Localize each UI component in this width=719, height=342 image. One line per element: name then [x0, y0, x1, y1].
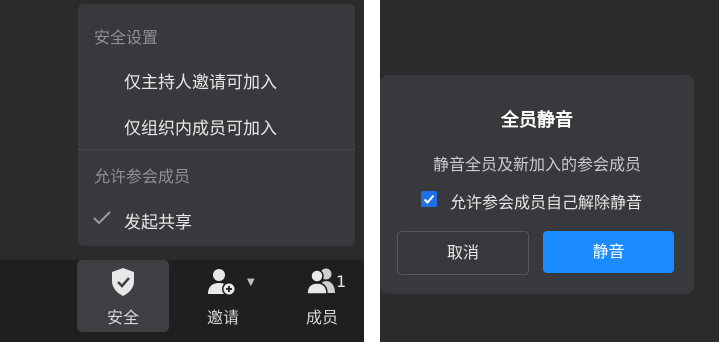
- shield-check-icon: [112, 268, 134, 296]
- menu-divider: [78, 149, 355, 150]
- allow-self-unmute-checkbox[interactable]: [421, 191, 437, 207]
- invite-label: 邀请: [206, 308, 239, 327]
- member-count: 1: [336, 272, 347, 291]
- security-menu: 安全设置 仅主持人邀请可加入 仅组织内成员可加入 允许参会成员 发起共享: [78, 4, 355, 246]
- section-title-allow-participants: 允许参会成员: [94, 167, 191, 186]
- meeting-window-right: 全员静音 静音全员及新加入的参会成员 允许参会成员自己解除静音 取消 静音: [380, 0, 719, 342]
- menu-item-host-invite-only[interactable]: 仅主持人邀请可加入: [124, 68, 277, 93]
- meeting-toolbar: 安全 ▼ 邀请 1 成员: [0, 260, 364, 342]
- allow-self-unmute-label[interactable]: 允许参会成员自己解除静音: [450, 189, 642, 213]
- meeting-window-left: 安全设置 仅主持人邀请可加入 仅组织内成员可加入 允许参会成员 发起共享 安全: [0, 0, 364, 342]
- members-icon: [307, 268, 335, 295]
- cancel-button[interactable]: 取消: [397, 231, 529, 275]
- mute-button[interactable]: 静音: [543, 231, 674, 273]
- add-user-icon: [208, 269, 236, 296]
- dialog-message: 静音全员及新加入的参会成员: [432, 155, 641, 174]
- members-button[interactable]: 1 成员: [276, 260, 364, 332]
- checkmark-icon: [93, 211, 111, 225]
- security-button[interactable]: 安全: [77, 260, 169, 332]
- menu-item-start-sharing[interactable]: 发起共享: [124, 208, 192, 233]
- chevron-down-icon[interactable]: ▼: [247, 277, 255, 288]
- section-title-security: 安全设置: [94, 28, 159, 47]
- members-label: 成员: [305, 308, 338, 327]
- dialog-title: 全员静音: [501, 110, 573, 131]
- mute-all-dialog: 全员静音 静音全员及新加入的参会成员 允许参会成员自己解除静音 取消 静音: [380, 75, 694, 294]
- invite-button[interactable]: ▼ 邀请: [177, 260, 269, 332]
- security-label: 安全: [106, 308, 139, 327]
- checkbox-check-icon: [423, 194, 435, 204]
- menu-item-org-members-only[interactable]: 仅组织内成员可加入: [124, 114, 277, 139]
